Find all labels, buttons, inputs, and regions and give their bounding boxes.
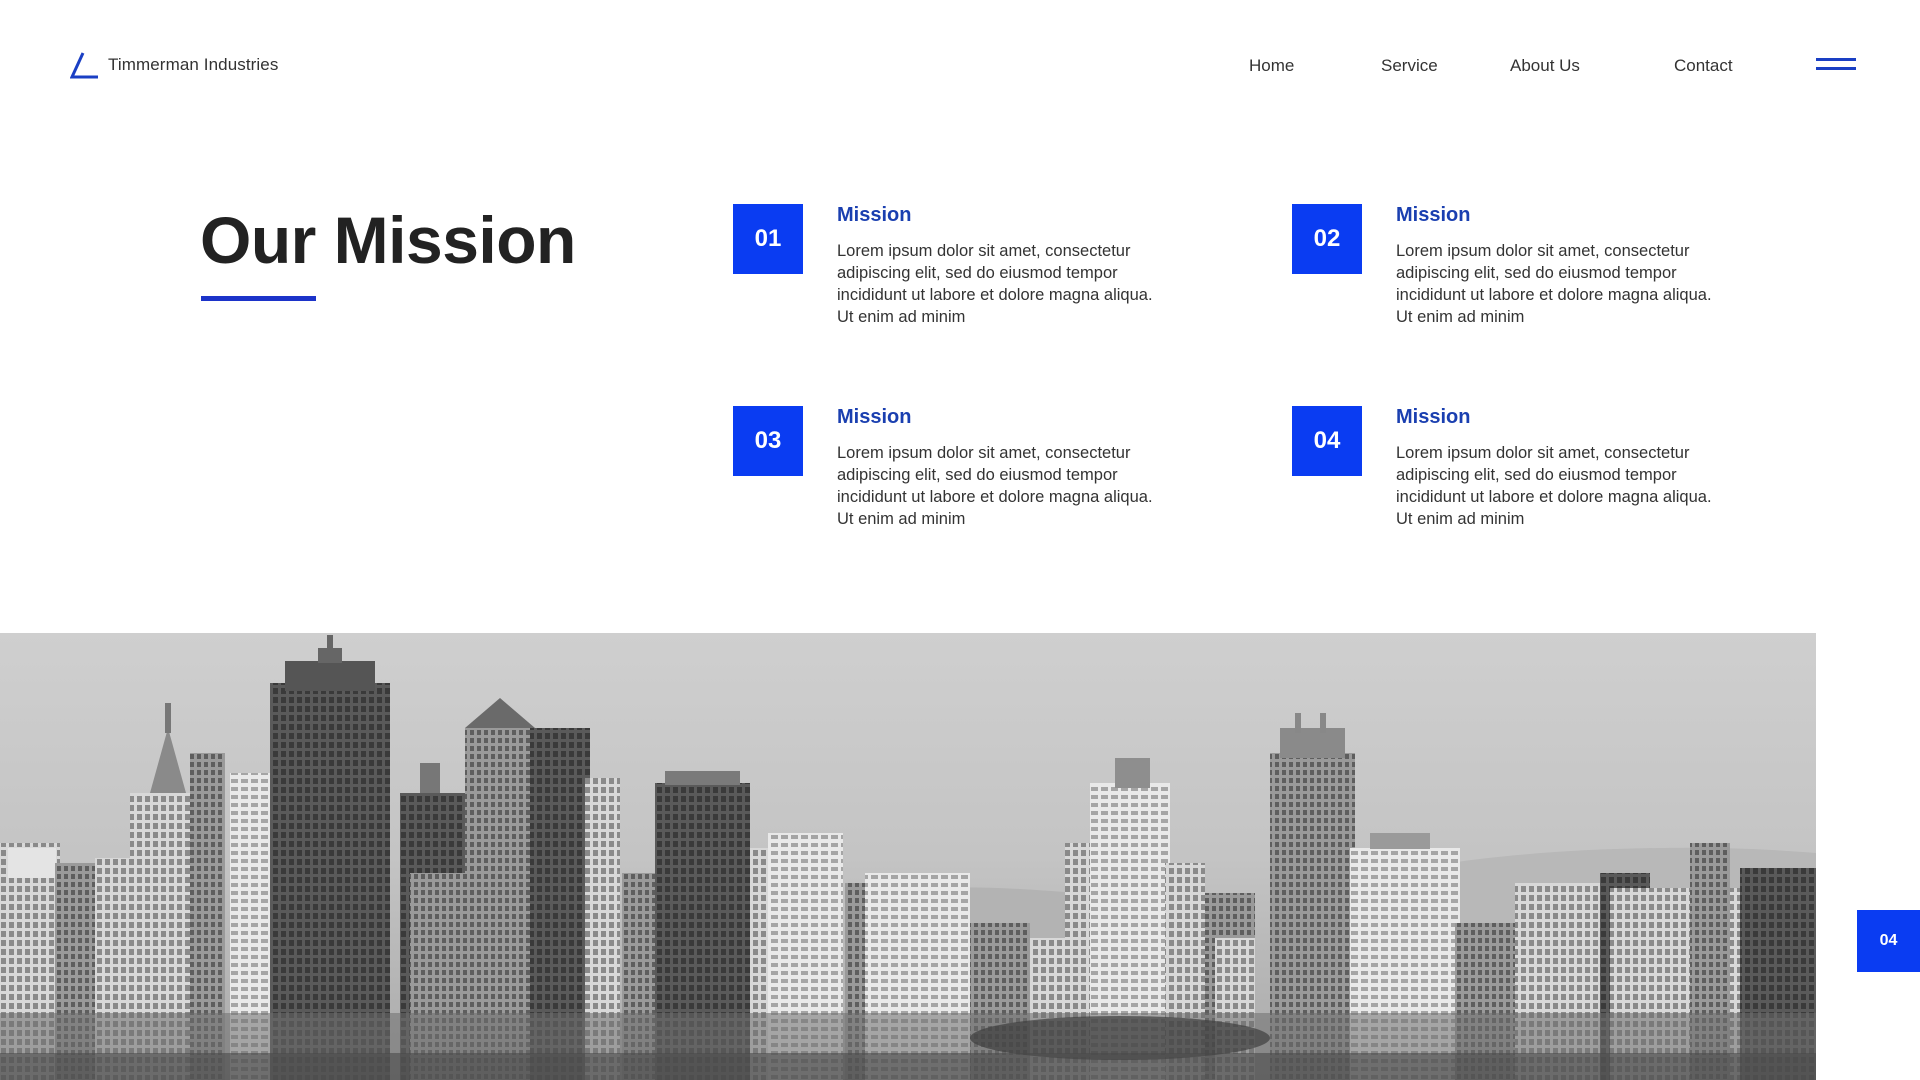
mission-description: Lorem ipsum dolor sit amet, consectetur … bbox=[837, 242, 1153, 326]
mission-heading: Mission bbox=[1396, 406, 1471, 428]
mission-item: 03 Mission Lorem ipsum dolor sit amet, c… bbox=[733, 406, 1233, 546]
mission-description: Lorem ipsum dolor sit amet, consectetur … bbox=[1396, 242, 1712, 326]
mission-description: Lorem ipsum dolor sit amet, consectetur … bbox=[1396, 444, 1712, 528]
nav-service[interactable]: Service bbox=[1381, 56, 1438, 76]
main-nav: Home Service About Us Contact bbox=[0, 56, 1920, 76]
hamburger-menu-icon[interactable] bbox=[1814, 56, 1858, 74]
mission-heading: Mission bbox=[1396, 204, 1471, 226]
mission-heading: Mission bbox=[837, 406, 912, 428]
page-title: Our Mission bbox=[200, 203, 576, 277]
mission-item: 02 Mission Lorem ipsum dolor sit amet, c… bbox=[1292, 204, 1792, 344]
mission-number-badge: 01 bbox=[733, 204, 803, 274]
mission-heading: Mission bbox=[837, 204, 912, 226]
nav-about-us[interactable]: About Us bbox=[1510, 56, 1580, 76]
mission-number-badge: 02 bbox=[1292, 204, 1362, 274]
slide-page: Timmerman Industries Home Service About … bbox=[0, 0, 1920, 1080]
mission-item: 04 Mission Lorem ipsum dolor sit amet, c… bbox=[1292, 406, 1792, 546]
page-indicator-badge[interactable]: 04 bbox=[1857, 910, 1920, 972]
mission-number-badge: 03 bbox=[733, 406, 803, 476]
nav-contact[interactable]: Contact bbox=[1674, 56, 1733, 76]
city-skyline-image bbox=[0, 633, 1816, 1080]
title-underline bbox=[201, 296, 316, 301]
mission-number-badge: 04 bbox=[1292, 406, 1362, 476]
mission-item: 01 Mission Lorem ipsum dolor sit amet, c… bbox=[733, 204, 1233, 344]
mission-description: Lorem ipsum dolor sit amet, consectetur … bbox=[837, 444, 1153, 528]
nav-home[interactable]: Home bbox=[1249, 56, 1294, 76]
